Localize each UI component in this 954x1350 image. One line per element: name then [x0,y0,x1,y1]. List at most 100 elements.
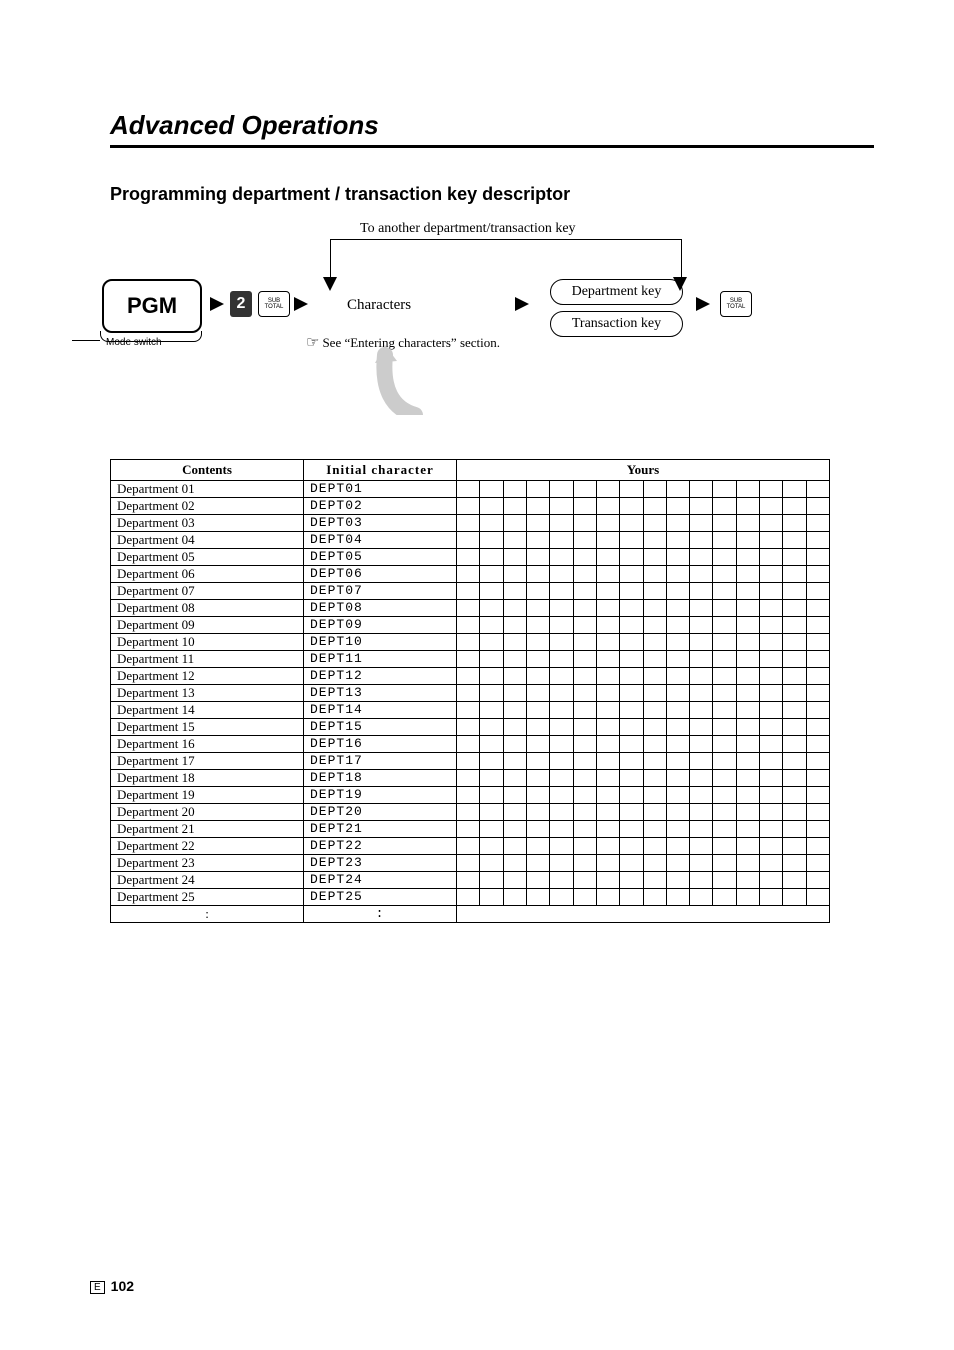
cell-initial: DEPT04 [304,532,457,549]
mode-switch-pgm: PGM [102,279,202,333]
arrow-right-icon [515,297,529,311]
mode-switch-label: Mode switch [106,337,162,348]
cell-contents: Department 22 [111,838,304,855]
cell-initial: DEPT14 [304,702,457,719]
section-title: Programming department / transaction key… [110,184,874,205]
top-caption: To another department/transaction key [360,221,576,237]
table-row: Department 16DEPT16 [111,736,830,753]
cell-contents: Department 01 [111,481,304,498]
table-row: Department 02DEPT02 [111,498,830,515]
cell-initial: DEPT15 [304,719,457,736]
cell-contents: Department 02 [111,498,304,515]
cell-contents: Department 25 [111,889,304,906]
cell-initial: DEPT05 [304,549,457,566]
cell-initial: DEPT08 [304,600,457,617]
table-row: Department 20DEPT20 [111,804,830,821]
cell-initial: DEPT11 [304,651,457,668]
swoosh-arrow [355,345,455,415]
department-key-box: Department key [550,279,683,305]
cell-initial: DEPT20 [304,804,457,821]
table-row: Department 13DEPT13 [111,685,830,702]
table-row: Department 19DEPT19 [111,787,830,804]
page-number: E 102 [90,1278,134,1294]
cell-initial: DEPT09 [304,617,457,634]
cell-initial: DEPT06 [304,566,457,583]
cell-contents: Department 05 [111,549,304,566]
table-row: Department 04DEPT04 [111,532,830,549]
cell-contents: Department 08 [111,600,304,617]
table-row: Department 01DEPT01 [111,481,830,498]
key-sub-bottom: TOTAL [265,304,284,310]
cell-initial: DEPT21 [304,821,457,838]
cell-initial: DEPT18 [304,770,457,787]
table-row: Department 06DEPT06 [111,566,830,583]
cell-initial: DEPT16 [304,736,457,753]
table-row: Department 03DEPT03 [111,515,830,532]
table-row: Department 25DEPT25 [111,889,830,906]
cell-initial: DEPT03 [304,515,457,532]
th-initial: Initial character [304,460,457,481]
cell-initial: DEPT24 [304,872,457,889]
cell-initial: DEPT22 [304,838,457,855]
cell-contents: Department 17 [111,753,304,770]
page-marker: E [90,1281,105,1294]
cell-initial: DEPT25 [304,889,457,906]
cell-contents: Department 24 [111,872,304,889]
table-row: Department 24DEPT24 [111,872,830,889]
cell-contents: Department 13 [111,685,304,702]
arrow-right-icon [696,297,710,311]
table-row: Department 05DEPT05 [111,549,830,566]
table-row: Department 21DEPT21 [111,821,830,838]
cell-contents: Department 03 [111,515,304,532]
table-row: Department 08DEPT08 [111,600,830,617]
key-2: 2 [230,291,252,317]
transaction-key-box: Transaction key [550,311,683,337]
cell-initial: DEPT13 [304,685,457,702]
cell-contents: Department 23 [111,855,304,872]
cell-initial: DEPT23 [304,855,457,872]
cell-contents: Department 21 [111,821,304,838]
table-row: Department 11DEPT11 [111,651,830,668]
characters-label: Characters [347,297,411,314]
cell-contents: Department 09 [111,617,304,634]
cell-contents: Department 06 [111,566,304,583]
cell-initial: DEPT07 [304,583,457,600]
diagram: To another department/transaction key PG… [110,225,874,445]
cell-contents: Department 14 [111,702,304,719]
key-sub-total: SUB TOTAL [720,291,752,317]
table-row: Department 17DEPT17 [111,753,830,770]
cell-contents: Department 19 [111,787,304,804]
table-row-ellipsis: :: [111,906,830,923]
cell-contents: Department 07 [111,583,304,600]
table-row: Department 09DEPT09 [111,617,830,634]
main-title: Advanced Operations [110,110,874,141]
table-row: Department 22DEPT22 [111,838,830,855]
mode-line [72,340,100,341]
arrow-right-icon [294,297,308,311]
cell-initial: DEPT17 [304,753,457,770]
cell-contents: Department 10 [111,634,304,651]
cell-contents: Department 12 [111,668,304,685]
cell-initial: DEPT19 [304,787,457,804]
table-row: Department 23DEPT23 [111,855,830,872]
cell-initial: DEPT01 [304,481,457,498]
table-row: Department 15DEPT15 [111,719,830,736]
title-rule [110,145,874,148]
cell-contents: Department 11 [111,651,304,668]
cell-initial: DEPT02 [304,498,457,515]
key-sub-bottom: TOTAL [727,304,746,310]
table-row: Department 14DEPT14 [111,702,830,719]
table-row: Department 12DEPT12 [111,668,830,685]
cell-contents: Department 04 [111,532,304,549]
table-row: Department 18DEPT18 [111,770,830,787]
cell-contents: Department 16 [111,736,304,753]
arrow-down-icon [323,277,337,291]
pointer-icon: ☞ [306,335,319,351]
page-number-value: 102 [111,1278,134,1294]
cell-initial: DEPT12 [304,668,457,685]
diagram-top-line [330,239,682,284]
cell-contents: Department 18 [111,770,304,787]
department-table: Contents Initial character Yours Departm… [110,459,830,923]
table-row: Department 07DEPT07 [111,583,830,600]
cell-initial: DEPT10 [304,634,457,651]
